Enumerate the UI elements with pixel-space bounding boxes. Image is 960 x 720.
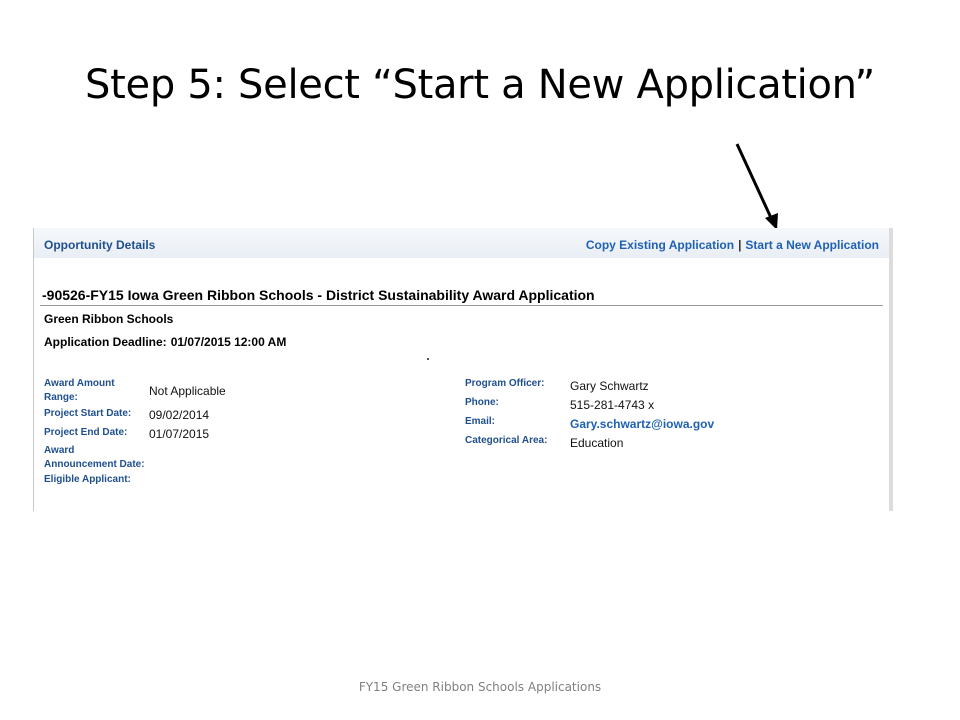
deadline-label: Application Deadline: (44, 335, 167, 349)
award-amount-label-line2: Range: (44, 392, 78, 403)
phone-label: Phone: (465, 397, 499, 408)
program-name: Green Ribbon Schools (44, 312, 174, 326)
opportunity-details-screenshot: Opportunity Details Copy Existing Applic… (33, 228, 893, 511)
program-officer-value: Gary Schwartz (570, 379, 649, 393)
divider (40, 305, 883, 306)
categorical-area-value: Education (570, 436, 624, 450)
opportunity-details-heading: Opportunity Details (44, 238, 156, 252)
phone-value: 515-281-4743 x (570, 398, 655, 412)
project-end-label: Project End Date: (44, 427, 128, 438)
arrow-pointer-icon (735, 143, 778, 230)
email-link[interactable]: Gary.schwartz@iowa.gov (570, 417, 714, 431)
start-new-application-link[interactable]: Start a New Application (745, 238, 879, 252)
copy-existing-application-link[interactable]: Copy Existing Application (586, 238, 734, 252)
award-amount-value: Not Applicable (149, 384, 226, 398)
application-deadline: Application Deadline: 01/07/2015 12:00 AM (44, 335, 286, 349)
project-start-label: Project Start Date: (44, 408, 132, 419)
stray-dot (427, 358, 429, 360)
award-amount-label-line1: Award Amount (44, 378, 115, 389)
program-officer-label: Program Officer: (465, 378, 545, 389)
deadline-value: 01/07/2015 12:00 AM (170, 335, 287, 349)
award-announcement-label-line2: Announcement Date: (44, 459, 145, 470)
header-actions: Copy Existing Application | Start a New Ap… (586, 238, 879, 252)
slide-footer: FY15 Green Ribbon Schools Applications (358, 680, 602, 694)
award-announcement-label: Award Announcement Date: (44, 444, 145, 472)
project-end-value: 01/07/2015 (149, 427, 210, 441)
award-announcement-label-line1: Award (44, 445, 75, 456)
slide-title: Step 5: Select “Start a New Application” (85, 62, 875, 108)
eligible-applicant-label: Eligible Applicant: (44, 474, 131, 485)
email-label: Email: (465, 416, 496, 427)
opportunity-header-bar: Opportunity Details Copy Existing Applic… (34, 228, 889, 258)
link-separator: | (738, 238, 742, 252)
award-amount-label: Award Amount Range: (44, 377, 115, 405)
program-title: -90526-FY15 Iowa Green Ribbon Schools - … (42, 287, 595, 303)
categorical-area-label: Categorical Area: (465, 435, 548, 446)
project-start-value: 09/02/2014 (149, 408, 210, 422)
